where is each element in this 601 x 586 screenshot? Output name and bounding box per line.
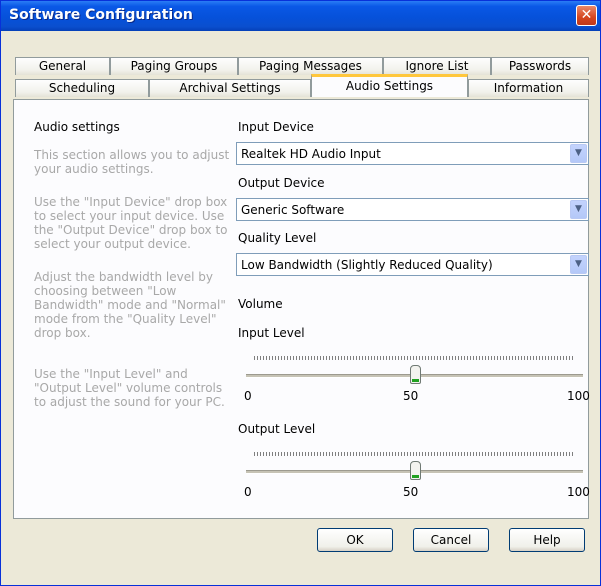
chevron-down-icon[interactable]: ▼ xyxy=(570,255,587,274)
tab-archival-settings[interactable]: Archival Settings xyxy=(149,79,311,97)
quality-level-value: Low Bandwidth (Slightly Reduced Quality) xyxy=(241,258,493,272)
cancel-button[interactable]: Cancel xyxy=(413,528,489,552)
help-intro: This section allows you to adjust your a… xyxy=(34,148,230,176)
slider-ticks xyxy=(254,452,575,456)
output-device-value: Generic Software xyxy=(241,203,345,217)
help-volume: Use the "Input Level" and "Output Level"… xyxy=(34,367,225,409)
section-heading: Audio settings xyxy=(34,120,120,134)
close-button[interactable]: ✕ xyxy=(576,5,597,26)
software-configuration-window: Software Configuration ✕ General Paging … xyxy=(0,0,601,586)
tab-paging-groups[interactable]: Paging Groups xyxy=(110,57,238,75)
input-device-value: Realtek HD Audio Input xyxy=(241,147,381,161)
quality-level-label: Quality Level xyxy=(238,231,317,245)
volume-label: Volume xyxy=(238,297,283,311)
output-device-select[interactable]: Generic Software ▼ xyxy=(236,198,589,221)
help-bandwidth: Adjust the bandwidth level by choosing b… xyxy=(34,270,226,340)
output-level-label: Output Level xyxy=(238,422,316,436)
close-icon: ✕ xyxy=(580,7,593,23)
ok-button[interactable]: OK xyxy=(317,528,393,552)
help-devices: Use the "Input Device" drop box to selec… xyxy=(34,195,228,251)
chevron-down-icon[interactable]: ▼ xyxy=(570,200,587,219)
input-device-select[interactable]: Realtek HD Audio Input ▼ xyxy=(236,142,589,165)
tab-passwords[interactable]: Passwords xyxy=(491,57,589,75)
slider-ticks xyxy=(254,356,575,360)
output-level-mid: 50 xyxy=(403,485,419,499)
input-device-label: Input Device xyxy=(238,120,314,134)
help-button[interactable]: Help xyxy=(509,528,585,552)
chevron-down-icon[interactable]: ▼ xyxy=(570,144,587,163)
tab-audio-settings[interactable]: Audio Settings xyxy=(311,74,468,97)
audio-settings-panel: Audio settings This section allows you t… xyxy=(13,99,590,519)
input-level-mid: 50 xyxy=(403,389,419,403)
output-device-label: Output Device xyxy=(238,176,325,190)
input-level-max: 100 xyxy=(567,389,590,403)
tab-general[interactable]: General xyxy=(15,57,110,75)
tab-scheduling[interactable]: Scheduling xyxy=(15,79,149,97)
quality-level-select[interactable]: Low Bandwidth (Slightly Reduced Quality)… xyxy=(236,253,589,276)
input-level-label: Input Level xyxy=(238,326,305,340)
tab-paging-messages[interactable]: Paging Messages xyxy=(238,57,383,75)
input-level-min: 0 xyxy=(244,389,252,403)
slider-thumb[interactable] xyxy=(409,365,421,384)
window-title: Software Configuration xyxy=(9,7,193,23)
output-level-min: 0 xyxy=(244,485,252,499)
title-bar[interactable]: Software Configuration ✕ xyxy=(1,1,600,31)
tab-information[interactable]: Information xyxy=(468,79,589,97)
slider-thumb[interactable] xyxy=(409,461,421,480)
tab-ignore-list[interactable]: Ignore List xyxy=(383,57,491,75)
output-level-max: 100 xyxy=(567,485,590,499)
